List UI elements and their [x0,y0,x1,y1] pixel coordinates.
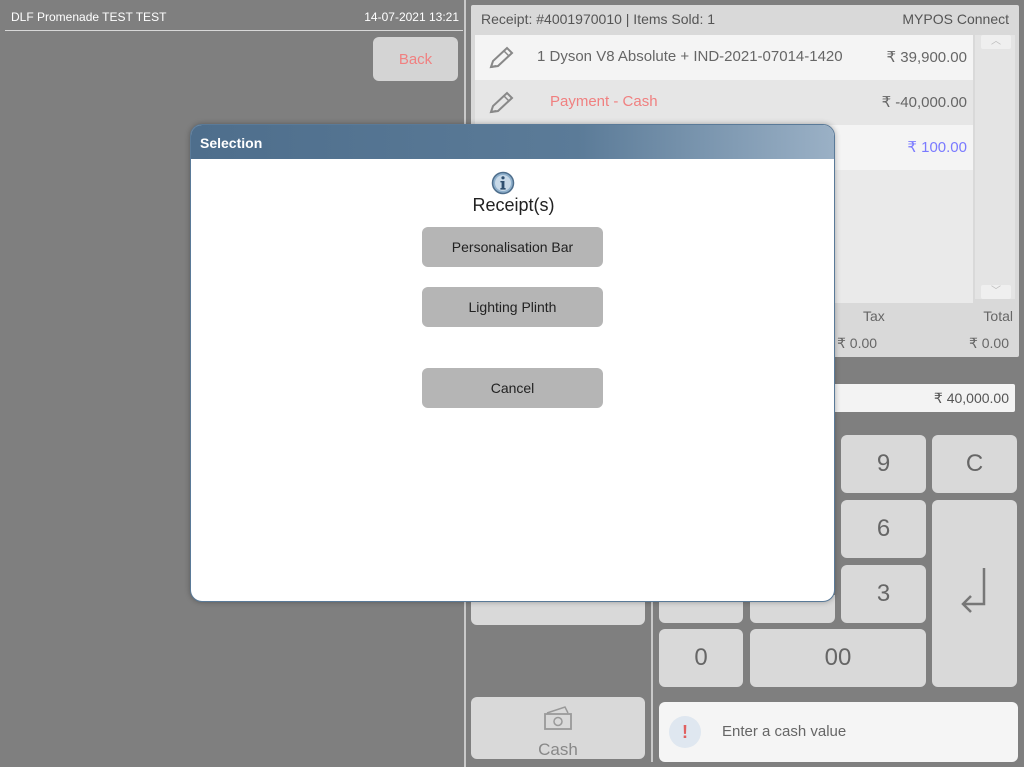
line-description: Payment - Cash [550,93,658,110]
option-personalisation-bar-button[interactable]: Personalisation Bar [422,227,603,267]
cash-hint: ! Enter a cash value [659,702,1018,762]
line-amount: ₹ 39,900.00 [886,49,967,66]
hint-text: Enter a cash value [722,723,847,740]
scroll-down-icon[interactable]: ﹀ [981,285,1011,299]
datetime: 14-07-2021 13:21 [364,10,459,24]
line-amount: ₹ -40,000.00 [881,94,967,111]
key-6[interactable]: 6 [841,500,926,558]
info-icon [491,171,515,195]
connect-label: MYPOS Connect [902,11,1009,27]
dialog-title-bar: Selection [191,125,834,159]
key-3[interactable]: 3 [841,565,926,623]
store-name: DLF Promenade TEST TEST [11,10,167,24]
receipt-scrollbar[interactable]: ︿ ﹀ [975,35,1015,299]
tax-value: ₹ 0.00 [837,335,878,351]
receipt-line[interactable]: Payment - Cash ₹ -40,000.00 [475,80,973,125]
option-lighting-plinth-button[interactable]: Lighting Plinth [422,287,603,327]
cash-icon [544,706,572,730]
tax-label: Tax [863,308,885,324]
amount-value: ₹ 40,000.00 [933,390,1009,406]
key-0[interactable]: 0 [659,629,743,687]
total-value: ₹ 0.00 [968,335,1009,351]
scroll-up-icon[interactable]: ︿ [981,35,1011,49]
cash-button[interactable]: Cash [471,697,645,759]
cash-label: Cash [538,740,578,759]
key-00[interactable]: 00 [750,629,926,687]
pencil-icon[interactable] [485,90,517,116]
enter-key[interactable] [932,500,1017,687]
dialog-heading: Receipt(s) [472,195,555,215]
dialog-title: Selection [200,135,263,151]
key-9[interactable]: 9 [841,435,926,493]
enter-icon [960,567,985,613]
alert-icon: ! [669,716,701,748]
pencil-icon[interactable] [485,45,517,71]
receipt-title: Receipt: #4001970010 | Items Sold: 1 [481,11,716,27]
line-description: 1 Dyson V8 Absolute + IND-2021-07014-142… [537,48,843,65]
selection-dialog: Selection Receipt(s) Personalisation Bar… [190,124,835,602]
change-amount: ₹ 100.00 [907,139,967,156]
key-clear[interactable]: C [932,435,1017,493]
cancel-button[interactable]: Cancel [422,368,603,408]
back-button[interactable]: Back [373,37,458,81]
total-label: Total [983,308,1013,324]
receipt-line[interactable]: 1 Dyson V8 Absolute + IND-2021-07014-142… [475,35,973,80]
store-header: DLF Promenade TEST TEST 14-07-2021 13:21 [5,5,463,31]
